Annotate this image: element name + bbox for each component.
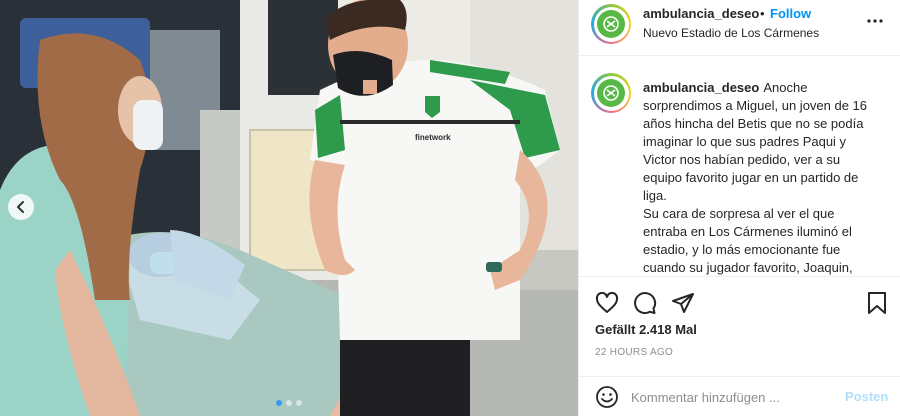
post-timestamp[interactable]: 22 HOURS AGO xyxy=(595,347,673,358)
post-photo[interactable]: finetwork xyxy=(0,0,578,416)
add-comment-bar: Posten xyxy=(579,376,900,416)
follow-button[interactable]: Follow xyxy=(770,6,811,21)
caption-text: ambulancia_deseo Anoche sorprendimos a Mi… xyxy=(643,79,873,275)
caption-avatar[interactable] xyxy=(591,73,631,113)
emoji-button[interactable] xyxy=(593,383,621,411)
chevron-left-icon xyxy=(17,201,24,213)
caption-paragraph-2: Su cara de sorpresa al ver el que entrab… xyxy=(643,206,853,275)
separator-dot: • xyxy=(760,6,765,21)
likes-count[interactable]: Gefällt 2.418 Mal xyxy=(595,322,697,337)
carousel-indicator xyxy=(276,400,302,406)
like-button[interactable] xyxy=(593,289,621,317)
post-header: ambulancia_deseo • Follow Nuevo Estadio … xyxy=(579,0,900,56)
photo-scene: finetwork xyxy=(0,0,578,416)
share-icon xyxy=(672,293,694,313)
comment-button[interactable] xyxy=(631,289,659,317)
comment-icon xyxy=(634,292,657,315)
post-location[interactable]: Nuevo Estadio de Los Cármenes xyxy=(643,26,819,40)
carousel-dot-active xyxy=(276,400,282,406)
comment-input[interactable] xyxy=(631,385,831,409)
post-comment-button[interactable]: Posten xyxy=(845,389,888,404)
caption-paragraph-1: Anoche sorprendimos a Miguel, un joven d… xyxy=(643,80,868,203)
brand-logo-icon xyxy=(603,16,619,32)
save-button[interactable] xyxy=(863,289,891,317)
post-side-panel: ambulancia_deseo • Follow Nuevo Estadio … xyxy=(578,0,900,416)
heart-icon xyxy=(595,291,619,313)
avatar[interactable] xyxy=(591,4,631,44)
jersey-sponsor-text: finetwork xyxy=(415,133,451,142)
more-options-button[interactable] xyxy=(867,12,883,35)
post-actions: Gefällt 2.418 Mal 22 HOURS AGO xyxy=(579,276,900,380)
post-username[interactable]: ambulancia_deseo xyxy=(643,6,759,21)
caption-username[interactable]: ambulancia_deseo xyxy=(643,80,759,95)
emoji-icon xyxy=(596,386,618,408)
carousel-dot xyxy=(286,400,292,406)
brand-logo-icon xyxy=(603,85,619,101)
carousel-prev-button[interactable] xyxy=(8,194,34,220)
caption-area: ambulancia_deseo Anoche sorprendimos a Mi… xyxy=(579,57,900,275)
bookmark-icon xyxy=(868,292,886,314)
more-horizontal-icon xyxy=(867,19,883,23)
carousel-dot xyxy=(296,400,302,406)
share-button[interactable] xyxy=(669,289,697,317)
